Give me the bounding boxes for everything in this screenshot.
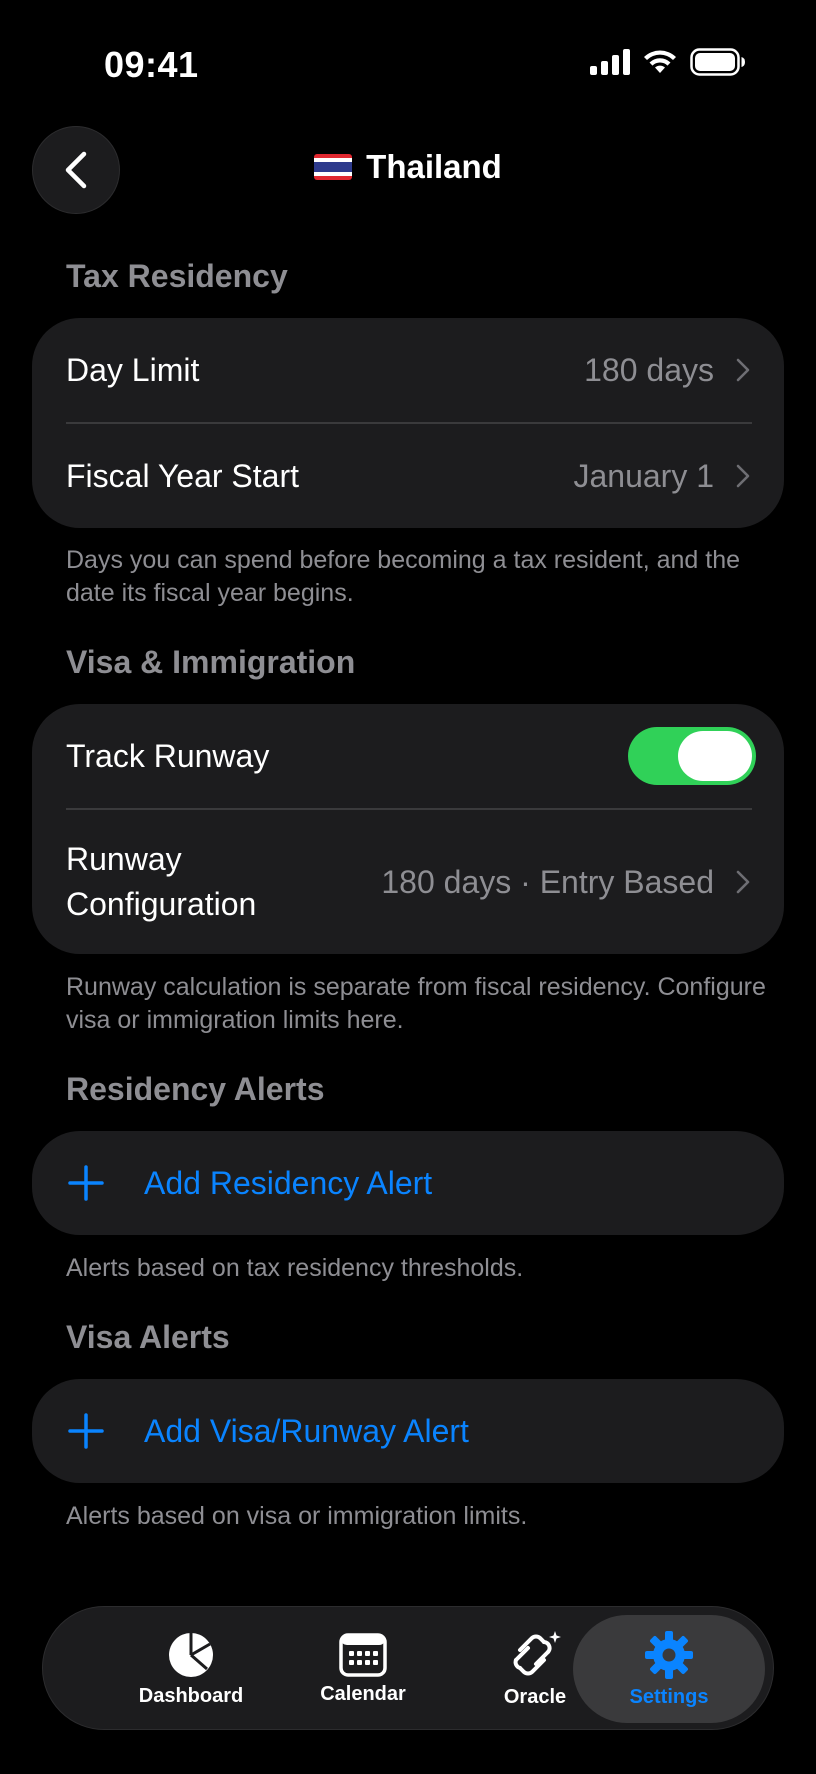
add-visa-runway-alert-button[interactable]: Add Visa/Runway Alert bbox=[32, 1379, 784, 1483]
track-runway-row: Track Runway bbox=[32, 704, 784, 808]
fiscal-year-start-value: January 1 bbox=[573, 457, 714, 494]
runway-configuration-label-line1: Runway bbox=[66, 841, 182, 877]
tax-residency-card: Day Limit 180 days Fiscal Year Start Jan… bbox=[32, 318, 784, 528]
visa-immigration-footer: Runway calculation is separate from fisc… bbox=[66, 973, 766, 1034]
tab-oracle-label: Oracle bbox=[503, 1685, 567, 1708]
visa-alerts-card: Add Visa/Runway Alert bbox=[32, 1379, 784, 1483]
day-limit-value-group: 180 days bbox=[584, 352, 750, 389]
tab-settings[interactable]: Settings bbox=[573, 1615, 765, 1723]
runway-configuration-label-line2: Configuration bbox=[66, 886, 257, 922]
pie-chart-icon bbox=[169, 1632, 213, 1677]
section-header-tax-residency: Tax Residency bbox=[66, 258, 288, 294]
runway-configuration-value: 180 days · Entry Based bbox=[381, 863, 714, 900]
tab-calendar-label: Calendar bbox=[320, 1682, 406, 1705]
tax-residency-footer: Days you can spend before becoming a tax… bbox=[66, 546, 741, 607]
plus-icon bbox=[68, 1165, 104, 1201]
status-bar: 09:41 bbox=[0, 0, 816, 130]
section-header-residency-alerts: Residency Alerts bbox=[66, 1071, 325, 1107]
tab-dashboard[interactable]: Dashboard bbox=[105, 1615, 277, 1723]
chevron-right-icon bbox=[736, 464, 750, 488]
status-time: 09:41 bbox=[104, 44, 199, 85]
toggle-knob bbox=[678, 731, 752, 781]
fiscal-year-start-label: Fiscal Year Start bbox=[66, 457, 299, 494]
add-visa-runway-alert-label: Add Visa/Runway Alert bbox=[144, 1412, 469, 1449]
residency-alerts-footer: Alerts based on tax residency thresholds… bbox=[66, 1254, 524, 1282]
add-residency-alert-button[interactable]: Add Residency Alert bbox=[32, 1131, 784, 1235]
visa-alerts-footer: Alerts based on visa or immigration limi… bbox=[66, 1502, 528, 1530]
track-runway-toggle[interactable] bbox=[628, 727, 756, 785]
flag-thailand-icon bbox=[314, 154, 353, 180]
runway-configuration-value-group: 180 days · Entry Based bbox=[381, 864, 750, 901]
day-limit-value: 180 days bbox=[584, 351, 714, 388]
runway-configuration-label: Runway Configuration bbox=[66, 837, 256, 927]
add-residency-alert-label: Add Residency Alert bbox=[144, 1164, 433, 1201]
plus-icon bbox=[68, 1413, 104, 1449]
section-header-visa-immigration: Visa & Immigration bbox=[66, 644, 356, 680]
section-header-visa-alerts: Visa Alerts bbox=[66, 1319, 230, 1355]
fiscal-year-start-value-group: January 1 bbox=[573, 458, 750, 495]
tab-bar: Dashboard Calendar Oracle Settings bbox=[42, 1606, 774, 1730]
tab-settings-label: Settings bbox=[629, 1685, 709, 1708]
tab-dashboard-label: Dashboard bbox=[138, 1684, 244, 1707]
cellular-signal-icon bbox=[590, 49, 630, 75]
chevron-right-icon bbox=[736, 358, 750, 382]
track-runway-label: Track Runway bbox=[66, 737, 270, 774]
fiscal-year-start-row[interactable]: Fiscal Year Start January 1 bbox=[32, 424, 784, 528]
day-limit-label: Day Limit bbox=[66, 351, 200, 388]
day-limit-row[interactable]: Day Limit 180 days bbox=[32, 318, 784, 422]
page-title-text: Thailand bbox=[366, 148, 502, 185]
tab-calendar[interactable]: Calendar bbox=[277, 1615, 449, 1723]
residency-alerts-card: Add Residency Alert bbox=[32, 1131, 784, 1235]
visa-immigration-card: Track Runway Runway Configuration 180 da… bbox=[32, 704, 784, 954]
oracle-icon bbox=[513, 1630, 561, 1675]
runway-configuration-row[interactable]: Runway Configuration 180 days · Entry Ba… bbox=[32, 810, 784, 954]
status-icons bbox=[590, 48, 746, 76]
calendar-icon bbox=[339, 1632, 387, 1677]
battery-icon bbox=[690, 48, 745, 76]
page-title: Thailand bbox=[0, 148, 816, 186]
gear-icon bbox=[645, 1630, 693, 1679]
chevron-right-icon bbox=[736, 870, 750, 894]
wifi-icon bbox=[644, 50, 676, 73]
